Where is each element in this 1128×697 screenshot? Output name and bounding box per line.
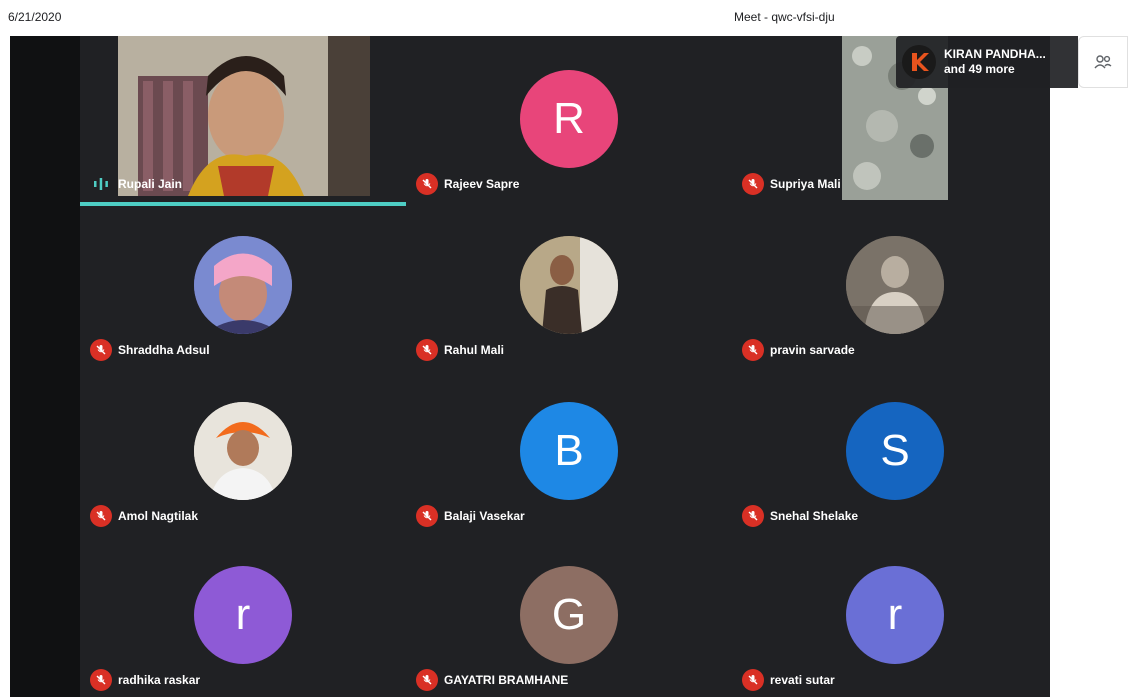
meet-stage: Rupali Jain R Rajeev Sapre Supriya Mali (10, 36, 1050, 697)
participant-name: Supriya Mali (770, 177, 841, 191)
avatar: r (846, 566, 944, 664)
participant-tile[interactable]: R Rajeev Sapre (406, 36, 732, 200)
participant-name-row: Snehal Shelake (742, 504, 858, 528)
participant-name: Amol Nagtilak (118, 509, 199, 523)
participant-name-row: Rajeev Sapre (416, 172, 519, 196)
mic-off-icon (90, 505, 112, 527)
participant-name-row: GAYATRI BRAMHANE (416, 668, 568, 692)
participant-name-row: Balaji Vasekar (416, 504, 525, 528)
avatar: R (520, 70, 618, 168)
side-panel-toggle[interactable] (1078, 36, 1128, 88)
participant-name: pravin sarvade (770, 343, 855, 357)
participant-name: Shraddha Adsul (118, 343, 210, 357)
participant-tile[interactable]: r revati sutar (732, 532, 1050, 696)
mic-off-icon (416, 669, 438, 691)
participant-tile[interactable]: Shraddha Adsul (80, 202, 406, 366)
participant-name-row: radhika raskar (90, 668, 200, 692)
avatar (846, 236, 944, 334)
participant-tile[interactable]: G GAYATRI BRAMHANE (406, 532, 732, 696)
avatar (520, 236, 618, 334)
mic-off-icon (742, 339, 764, 361)
participant-name-row: Shraddha Adsul (90, 338, 210, 362)
participant-name: Rajeev Sapre (444, 177, 520, 191)
participant-name-row: Amol Nagtilak (90, 504, 198, 528)
meeting-title: Meet - qwc-vfsi-dju (734, 10, 835, 24)
avatar: S (846, 402, 944, 500)
avatar: r (194, 566, 292, 664)
participant-name-row: Rahul Mali (416, 338, 504, 362)
kiran-logo-icon (902, 45, 936, 79)
print-date: 6/21/2020 (8, 10, 62, 24)
participant-name: Snehal Shelake (770, 509, 859, 523)
mic-off-icon (90, 669, 112, 691)
participant-name-row: Rupali Jain (90, 172, 182, 196)
participant-tile[interactable]: Rupali Jain (80, 36, 406, 206)
mic-off-icon (416, 505, 438, 527)
mic-off-icon (416, 173, 438, 195)
avatar (194, 402, 292, 500)
participant-name: radhika raskar (118, 673, 201, 687)
participant-name: GAYATRI BRAMHANE (444, 673, 569, 687)
participants-notification[interactable]: KIRAN PANDHA... and 49 more (896, 36, 1078, 88)
mic-off-icon (742, 505, 764, 527)
participant-name: Balaji Vasekar (444, 509, 525, 523)
mic-off-icon (416, 339, 438, 361)
participant-tile[interactable]: B Balaji Vasekar (406, 368, 732, 532)
participant-tile[interactable]: Rahul Mali (406, 202, 732, 366)
mic-off-icon (742, 173, 764, 195)
participant-name-row: Supriya Mali (742, 172, 841, 196)
participant-name: Rahul Mali (444, 343, 505, 357)
audio-level-icon (90, 173, 112, 195)
avatar: B (520, 402, 618, 500)
left-strip (10, 36, 80, 697)
people-icon (1094, 55, 1112, 69)
notification-more: and 49 more (944, 62, 1015, 76)
participant-tile[interactable]: pravin sarvade (732, 202, 1050, 366)
participant-tile[interactable]: Amol Nagtilak (80, 368, 406, 532)
mic-off-icon (90, 339, 112, 361)
avatar (194, 236, 292, 334)
notification-text: KIRAN PANDHA... and 49 more (944, 47, 1046, 77)
participant-name-row: revati sutar (742, 668, 835, 692)
participant-name: Rupali Jain (118, 177, 183, 191)
mic-off-icon (742, 669, 764, 691)
participant-tile[interactable]: r radhika raskar (80, 532, 406, 696)
participant-tile[interactable]: S Snehal Shelake (732, 368, 1050, 532)
participant-name: revati sutar (770, 673, 835, 687)
avatar: G (520, 566, 618, 664)
notification-name: KIRAN PANDHA... (944, 47, 1046, 61)
participant-name-row: pravin sarvade (742, 338, 855, 362)
